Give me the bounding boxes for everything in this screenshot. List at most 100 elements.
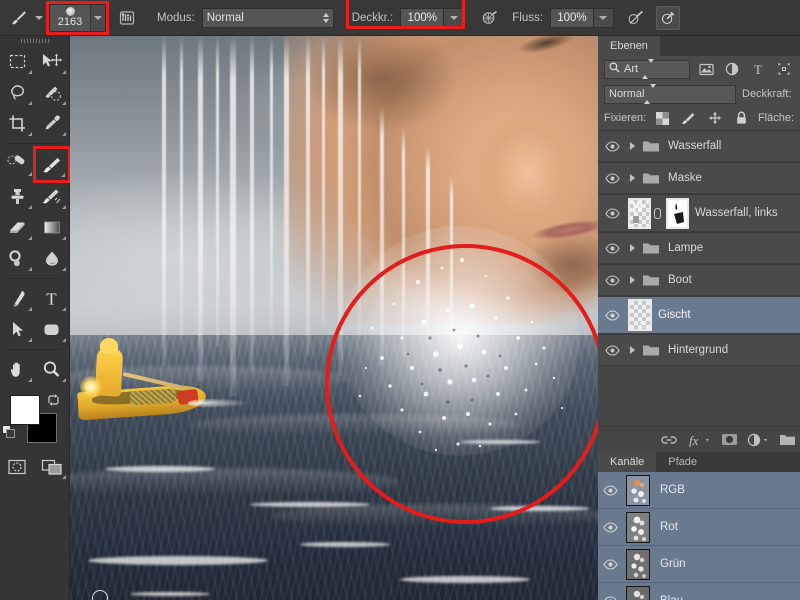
quick-selection-tool[interactable] [35,77,70,108]
type-layers-filter-icon[interactable]: T [748,59,768,79]
lock-position-icon[interactable] [706,108,725,128]
shape-tool[interactable] [35,314,70,345]
screen-mode-icon[interactable] [35,451,70,482]
layer-visibility-toggle[interactable] [600,309,624,321]
eraser-icon [7,218,28,237]
new-group-icon[interactable] [778,431,796,449]
channel-visibility-toggle[interactable] [598,595,622,600]
brush-tool-icon[interactable] [6,6,32,30]
lasso-tool[interactable] [0,77,35,108]
document-canvas[interactable] [70,36,598,600]
add-layer-mask-icon[interactable] [720,431,738,449]
brush-size-field[interactable]: 2163 [46,0,109,35]
group-expand-arrow-icon[interactable] [624,244,640,252]
channel-visibility-toggle[interactable] [598,521,622,533]
airbrush-opacity-pressure-icon[interactable] [478,6,502,30]
channel-thumbnail[interactable] [626,474,650,506]
quick-mask-icon[interactable] [0,451,35,482]
brush-tool[interactable] [32,146,71,183]
tab-pfade[interactable]: Pfade [656,452,710,472]
pixel-layers-filter-icon[interactable] [696,59,716,79]
pen-tool[interactable] [0,283,35,314]
stepper-icon[interactable] [644,84,657,104]
airbrush-icon[interactable] [624,6,648,30]
gradient-tool[interactable] [35,212,70,243]
flow-field[interactable]: 100% [549,7,594,28]
history-brush-tool[interactable] [35,181,70,212]
layer-visibility-toggle[interactable] [600,140,624,152]
opacity-caret-icon[interactable] [444,7,465,28]
layer-visibility-toggle[interactable] [600,242,624,254]
path-selection-tool[interactable] [0,314,35,345]
move-tool[interactable] [35,46,70,77]
adjustment-layers-filter-icon[interactable] [722,59,742,79]
channel-visibility-toggle[interactable] [598,558,622,570]
layer-row[interactable]: Lampe [598,232,800,264]
tab-ebenen[interactable]: Ebenen [598,36,660,56]
brush-panel-icon[interactable] [115,6,139,30]
channel-row[interactable]: Blau [598,583,800,600]
new-adjustment-layer-icon[interactable] [747,431,769,449]
layer-blend-mode-select[interactable]: Normal [604,84,736,104]
layer-visibility-toggle[interactable] [600,172,624,184]
stepper-icon[interactable] [322,12,329,23]
lock-all-icon[interactable] [732,108,751,128]
rounded-rectangle-icon [42,320,61,339]
clone-stamp-tool[interactable] [0,181,35,212]
eyedropper-tool[interactable] [35,108,70,139]
blend-mode-select[interactable]: Normal [201,7,334,28]
channel-thumbnail[interactable] [626,548,650,580]
shape-layers-filter-icon[interactable] [774,59,794,79]
layer-visibility-toggle[interactable] [600,344,624,356]
channel-thumbnail[interactable] [626,511,650,543]
layer-mask-thumbnail[interactable] [666,197,689,229]
tool-preset-caret-icon[interactable] [32,8,46,28]
flow-caret-icon[interactable] [593,7,614,28]
tablet-pressure-size-icon[interactable] [655,5,680,30]
mask-link-icon[interactable] [651,207,663,220]
channel-visibility-toggle[interactable] [598,484,622,496]
rectangular-marquee-tool[interactable] [0,46,35,77]
layer-filter-type-select[interactable]: Art [604,59,690,79]
lock-transparent-pixels-icon[interactable] [653,108,672,128]
channel-row[interactable]: RGB [598,472,800,509]
layer-thumbnail[interactable] [628,299,652,331]
layer-visibility-toggle[interactable] [600,274,624,286]
brush-preset-caret-icon[interactable] [90,4,105,31]
group-expand-arrow-icon[interactable] [624,174,640,182]
crop-tool[interactable] [0,108,35,139]
dodge-tool[interactable] [0,243,35,274]
group-expand-arrow-icon[interactable] [624,142,640,150]
channel-row[interactable]: Rot [598,509,800,546]
eraser-tool[interactable] [0,212,35,243]
link-layers-icon[interactable] [660,431,678,449]
layer-row[interactable]: Hintergrund [598,334,800,366]
foreground-color-swatch[interactable] [10,395,40,425]
layer-styles-fx-icon[interactable]: fx [687,431,711,449]
opacity-field[interactable]: 100% [400,7,445,28]
right-panel-dock: Ebenen Art T Normal Deckkraft: Fixieren:… [598,36,800,600]
hand-tool[interactable] [0,354,35,385]
default-colors-icon[interactable] [2,425,16,442]
tab-kanaele[interactable]: Kanäle [598,452,657,472]
zoom-tool[interactable] [35,354,70,385]
layer-thumbnail[interactable] [628,197,651,229]
layer-row[interactable]: Boot [598,264,800,296]
channel-row[interactable]: Grün [598,546,800,583]
layer-row[interactable]: Wasserfall, links [598,194,800,232]
spot-healing-brush-tool[interactable] [0,148,35,179]
layer-row[interactable]: Wasserfall [598,130,800,162]
layer-row[interactable]: Gischt [598,296,800,334]
panel-grip[interactable] [0,36,69,46]
group-expand-arrow-icon[interactable] [624,276,640,284]
swap-colors-icon[interactable] [46,393,61,411]
channel-thumbnail[interactable] [626,585,650,600]
lock-image-pixels-icon[interactable] [679,108,698,128]
brush-preset-preview[interactable]: 2163 [50,4,90,31]
group-expand-arrow-icon[interactable] [624,346,640,354]
layer-visibility-toggle[interactable] [600,207,624,219]
stepper-icon[interactable] [642,59,655,79]
layer-row[interactable]: Maske [598,162,800,194]
blur-tool[interactable] [35,243,70,274]
type-tool[interactable]: T [35,283,70,314]
